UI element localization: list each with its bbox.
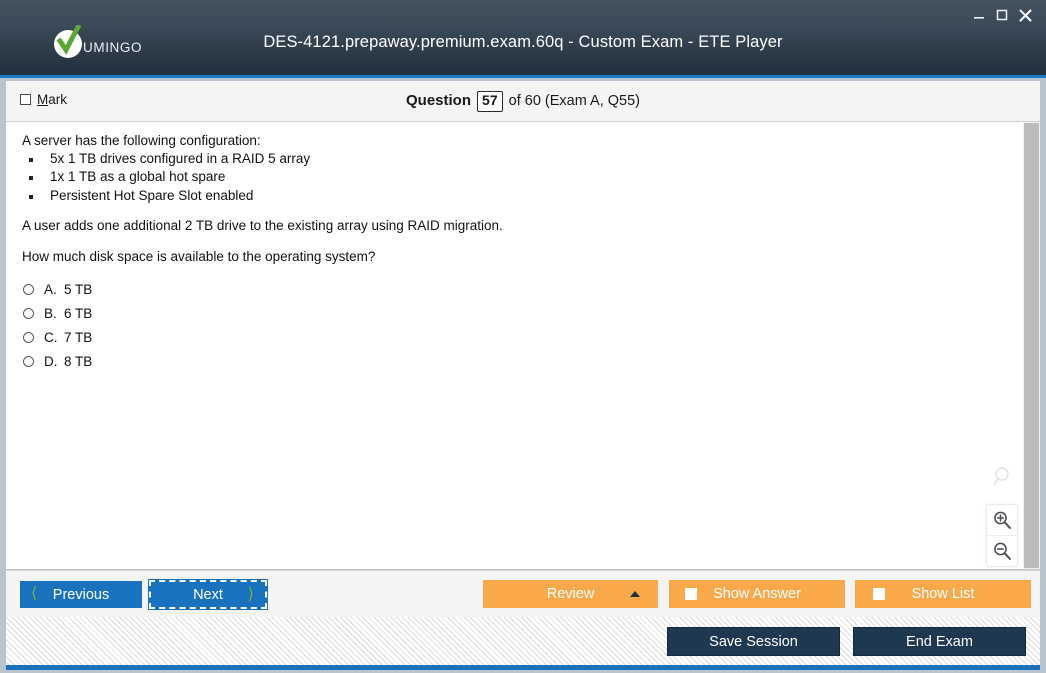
radio-button-a[interactable]: [23, 283, 34, 295]
radio-button-b[interactable]: [23, 307, 34, 319]
question-content-pane: A server has the following configuration…: [6, 122, 1040, 569]
chevron-right-icon: ⟩: [247, 586, 254, 603]
review-button-label: Review: [546, 586, 595, 602]
scrollbar-thumb[interactable]: [1024, 123, 1039, 568]
answer-option-a[interactable]: A. 5 TB: [23, 277, 523, 301]
radio-button-c[interactable]: [23, 331, 34, 343]
answer-letter: D.: [44, 353, 58, 369]
question-counter: Question 57 of 60 (Exam A, Q55): [6, 91, 1040, 112]
answer-text: 6 TB: [64, 305, 93, 321]
navigation-bar: ⟨ Previous Next ⟩ Review Show Answer Sho…: [6, 570, 1040, 617]
window-controls: [972, 8, 1032, 22]
show-list-button-label: Show List: [911, 586, 975, 602]
zoom-out-icon[interactable]: [987, 536, 1017, 566]
answer-option-c[interactable]: C. 7 TB: [23, 325, 523, 349]
answer-options-list: A. 5 TB B. 6 TB C. 7 TB D. 8 TB: [23, 277, 523, 373]
title-bar: UMINGO DES-4121.prepaway.premium.exam.60…: [0, 0, 1046, 78]
question-intro: A server has the following configuration…: [22, 133, 261, 148]
answer-text: 8 TB: [64, 353, 93, 369]
ete-player-window: UMINGO DES-4121.prepaway.premium.exam.60…: [0, 0, 1046, 673]
window-title: DES-4121.prepaway.premium.exam.60q - Cus…: [263, 33, 783, 51]
show-answer-button[interactable]: Show Answer: [669, 580, 845, 608]
save-session-button[interactable]: Save Session: [667, 627, 840, 656]
end-exam-label: End Exam: [906, 633, 973, 650]
question-number-input[interactable]: 57: [477, 91, 503, 112]
question-word: Question: [405, 92, 471, 109]
square-icon: [685, 588, 697, 600]
previous-button[interactable]: ⟨ Previous: [20, 581, 142, 608]
zoom-panel: [986, 504, 1018, 567]
chevron-left-icon: ⟨: [31, 585, 38, 602]
question-prompt: How much disk space is available to the …: [22, 248, 376, 264]
caret-up-icon: [630, 591, 640, 597]
review-button[interactable]: Review: [483, 580, 658, 608]
show-list-button[interactable]: Show List: [855, 580, 1031, 608]
question-bullet-list: 5x 1 TB drives configured in a RAID 5 ar…: [22, 151, 982, 203]
close-icon[interactable]: [1018, 8, 1032, 22]
answer-option-b[interactable]: B. 6 TB: [23, 301, 523, 325]
square-icon: [873, 588, 885, 600]
footer-bar: Save Session End Exam: [6, 617, 1040, 667]
question-counter-suffix: of 60 (Exam A, Q55): [508, 93, 641, 109]
save-session-label: Save Session: [709, 633, 798, 650]
question-header-bar: Mark Question 57 of 60 (Exam A, Q55): [6, 81, 1040, 122]
list-item: 1x 1 TB as a global hot spare: [22, 170, 982, 184]
question-text-block: A server has the following configuration…: [22, 134, 982, 263]
content-scrollbar[interactable]: [1023, 122, 1040, 569]
title-bar-inner: UMINGO DES-4121.prepaway.premium.exam.60…: [6, 4, 1040, 75]
list-item: 5x 1 TB drives configured in a RAID 5 ar…: [22, 151, 982, 166]
answer-text: 7 TB: [64, 329, 93, 345]
show-answer-button-label: Show Answer: [713, 586, 801, 602]
answer-text: 5 TB: [64, 281, 93, 297]
logo-check-circle-icon: [54, 25, 82, 58]
magnifier-icon: [993, 466, 1015, 493]
next-button[interactable]: Next ⟩: [148, 579, 268, 610]
minimize-icon[interactable]: [972, 8, 986, 22]
answer-letter: C.: [44, 329, 58, 345]
answer-letter: B.: [44, 305, 57, 321]
previous-button-label: Previous: [52, 586, 110, 603]
zoom-in-icon[interactable]: [987, 505, 1017, 536]
answer-letter: A.: [44, 281, 57, 297]
end-exam-button[interactable]: End Exam: [853, 627, 1026, 656]
answer-option-d[interactable]: D. 8 TB: [23, 349, 523, 373]
radio-button-d[interactable]: [23, 355, 34, 367]
list-item: Persistent Hot Spare Slot enabled: [22, 188, 982, 203]
maximize-icon[interactable]: [995, 8, 1009, 22]
footer-accent-strip: [6, 665, 1040, 670]
next-button-label: Next: [193, 586, 223, 603]
question-paragraph: A user adds one additional 2 TB drive to…: [22, 218, 503, 233]
